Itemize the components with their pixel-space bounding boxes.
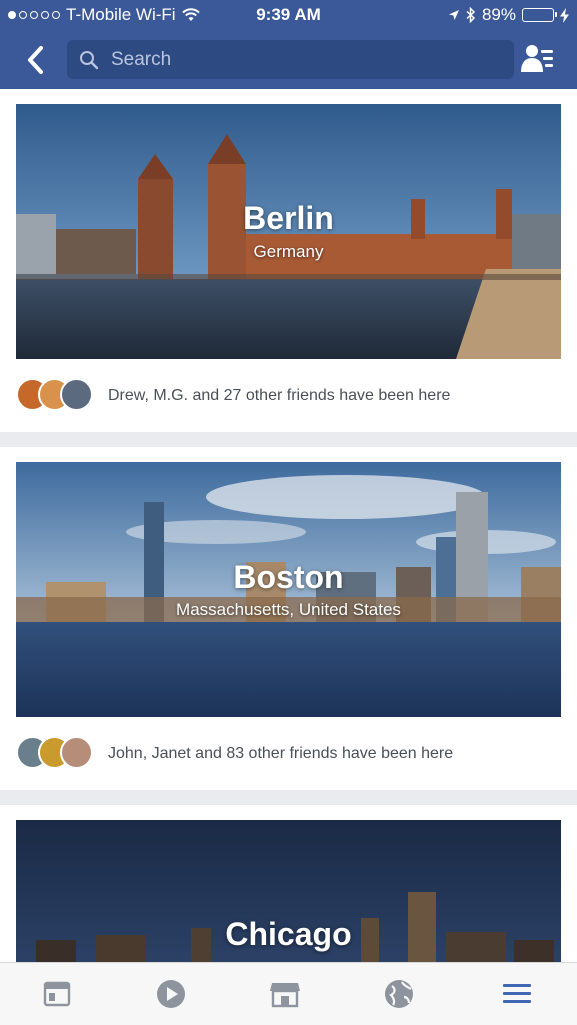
place-card[interactable]: Boston Massachusetts, United States John… (0, 447, 577, 790)
friends-summary: Drew, M.G. and 27 other friends have bee… (108, 387, 451, 404)
place-subtitle: Massachusetts, United States (176, 600, 401, 619)
search-bar[interactable] (67, 40, 514, 79)
bottom-tab-bar (0, 962, 577, 1025)
tab-marketplace[interactable] (268, 977, 302, 1011)
charging-bolt-icon (560, 7, 569, 23)
back-button[interactable] (22, 40, 52, 80)
place-card[interactable]: Berlin Germany Drew, M.G. and 27 other f… (0, 89, 577, 432)
friends-row[interactable]: John, Janet and 83 other friends have be… (16, 736, 453, 772)
bluetooth-icon (466, 7, 476, 23)
menu-icon (503, 984, 531, 1003)
top-header: T-Mobile Wi-Fi 9:39 AM 89% (0, 0, 577, 89)
video-icon (157, 980, 185, 1008)
tab-notifications-globe[interactable] (382, 977, 416, 1011)
avatar (60, 736, 93, 769)
place-title: Chicago (225, 916, 352, 952)
friend-avatars (16, 736, 96, 772)
news-feed-icon (43, 981, 71, 1007)
battery-percent: 89% (481, 5, 516, 24)
avatar (60, 378, 93, 411)
place-title: Berlin (243, 200, 334, 236)
battery-icon (522, 8, 557, 22)
tab-news-feed[interactable] (40, 977, 74, 1011)
friends-summary: John, Janet and 83 other friends have be… (108, 745, 454, 762)
friends-row[interactable]: Drew, M.G. and 27 other friends have bee… (16, 378, 450, 414)
place-photo[interactable]: Berlin Germany (16, 104, 561, 359)
friends-list-icon (521, 45, 553, 72)
location-arrow-icon (448, 10, 459, 20)
globe-icon (385, 980, 413, 1008)
friends-list-button[interactable] (520, 42, 556, 76)
friend-avatars (16, 378, 96, 414)
tab-menu[interactable] (500, 977, 534, 1011)
place-photo[interactable]: Boston Massachusetts, United States (16, 462, 561, 717)
place-card[interactable]: Chicago (0, 805, 577, 962)
place-subtitle: Germany (253, 242, 324, 261)
place-title: Boston (233, 559, 344, 595)
tab-video[interactable] (154, 977, 188, 1011)
chevron-left-icon (28, 46, 43, 74)
place-photo[interactable]: Chicago (16, 820, 561, 962)
marketplace-icon (270, 983, 300, 1008)
search-icon (80, 50, 99, 69)
status-right: 89% (448, 5, 569, 25)
status-bar: T-Mobile Wi-Fi 9:39 AM 89% (0, 0, 577, 30)
search-input[interactable] (109, 47, 493, 72)
